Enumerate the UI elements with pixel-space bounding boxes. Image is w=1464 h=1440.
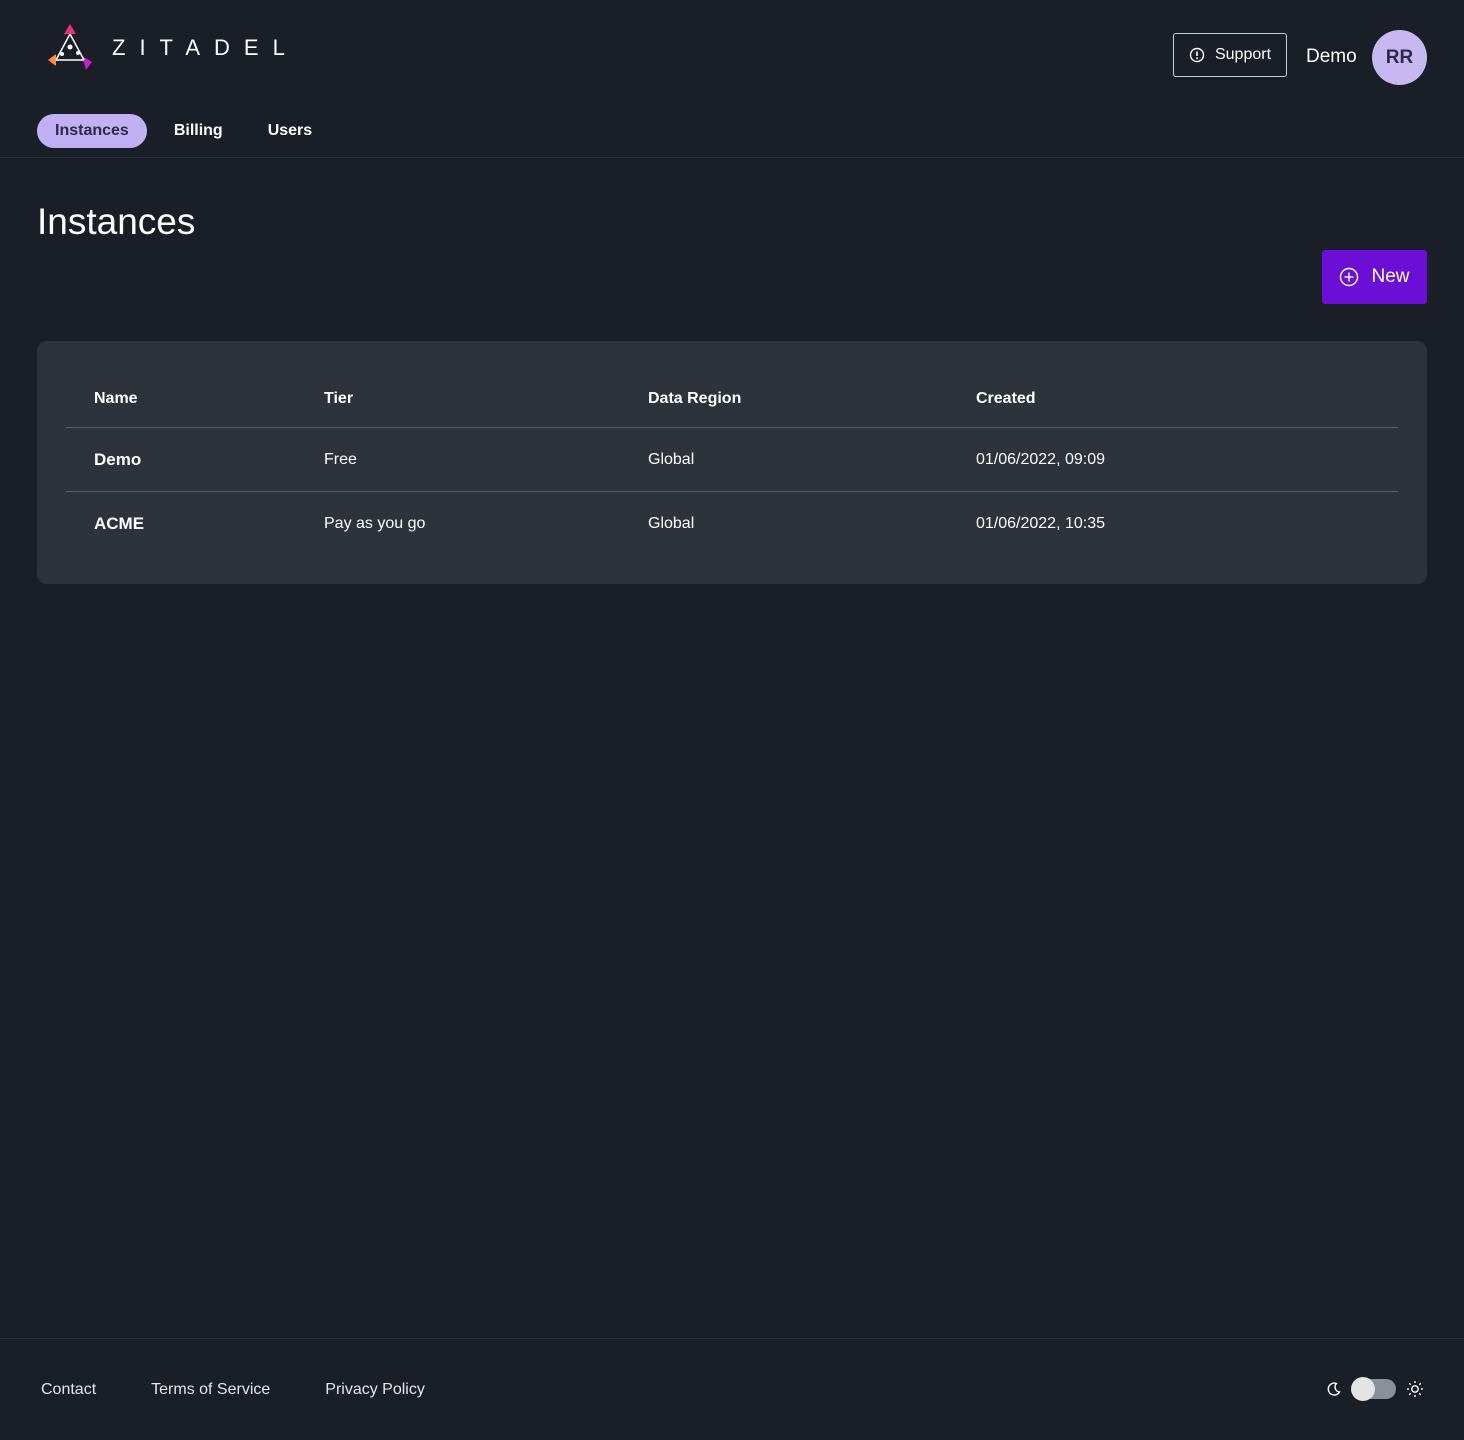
footer-link-privacy[interactable]: Privacy Policy [325,1381,425,1399]
zitadel-logo-icon [48,24,92,70]
page-title: Instances [37,201,196,242]
instances-table: Name Tier Data Region Created Demo Free … [66,371,1398,556]
avatar[interactable]: RR [1372,30,1427,85]
column-header-tier[interactable]: Tier [324,390,353,408]
instance-region: Global [648,515,695,532]
theme-switch[interactable] [1351,1377,1396,1401]
instance-tier: Pay as you go [324,515,426,532]
column-header-created[interactable]: Created [976,390,1036,408]
top-header: ZITADEL Support Demo RR Instances Billin… [0,0,1464,158]
instance-created: 01/06/2022, 10:35 [976,515,1106,532]
theme-switch-knob [1351,1377,1375,1401]
instance-tier: Free [324,450,357,468]
theme-toggle [1326,1377,1424,1401]
instance-name: Demo [94,449,142,469]
plus-circle-icon [1340,267,1359,287]
support-button[interactable]: Support [1173,33,1287,77]
table-row[interactable]: Demo Free Global 01/06/2022, 09:09 [66,428,1398,492]
info-circle-icon [1189,47,1205,63]
logo-text: ZITADEL [112,35,299,60]
new-instance-button[interactable]: New [1322,250,1427,304]
instance-created: 01/06/2022, 09:09 [976,450,1106,468]
instances-table-card: Name Tier Data Region Created Demo Free … [37,341,1427,584]
tab-instances[interactable]: Instances [37,114,147,148]
org-name[interactable]: Demo [1306,46,1357,68]
footer-link-contact[interactable]: Contact [41,1381,96,1399]
moon-icon [1327,1382,1341,1396]
instance-name: ACME [94,514,145,533]
tab-billing[interactable]: Billing [174,114,223,148]
zitadel-logo[interactable]: ZITADEL [42,20,299,76]
footer-link-terms[interactable]: Terms of Service [151,1381,270,1399]
table-header-row: Name Tier Data Region Created [66,371,1398,428]
table-row[interactable]: ACME Pay as you go Global 01/06/2022, 10… [66,492,1398,556]
column-header-data-region[interactable]: Data Region [648,390,741,408]
tab-users[interactable]: Users [268,114,312,148]
support-label: Support [1214,46,1272,63]
instance-region: Global [648,450,695,468]
main-nav-tabs: Instances Billing Users [37,114,312,148]
footer: Contact Terms of Service Privacy Policy [0,1338,1464,1440]
column-header-name[interactable]: Name [94,390,138,408]
sun-icon [1407,1381,1423,1397]
new-button-label: New [1371,266,1410,287]
footer-links: Contact Terms of Service Privacy Policy [41,1381,480,1399]
